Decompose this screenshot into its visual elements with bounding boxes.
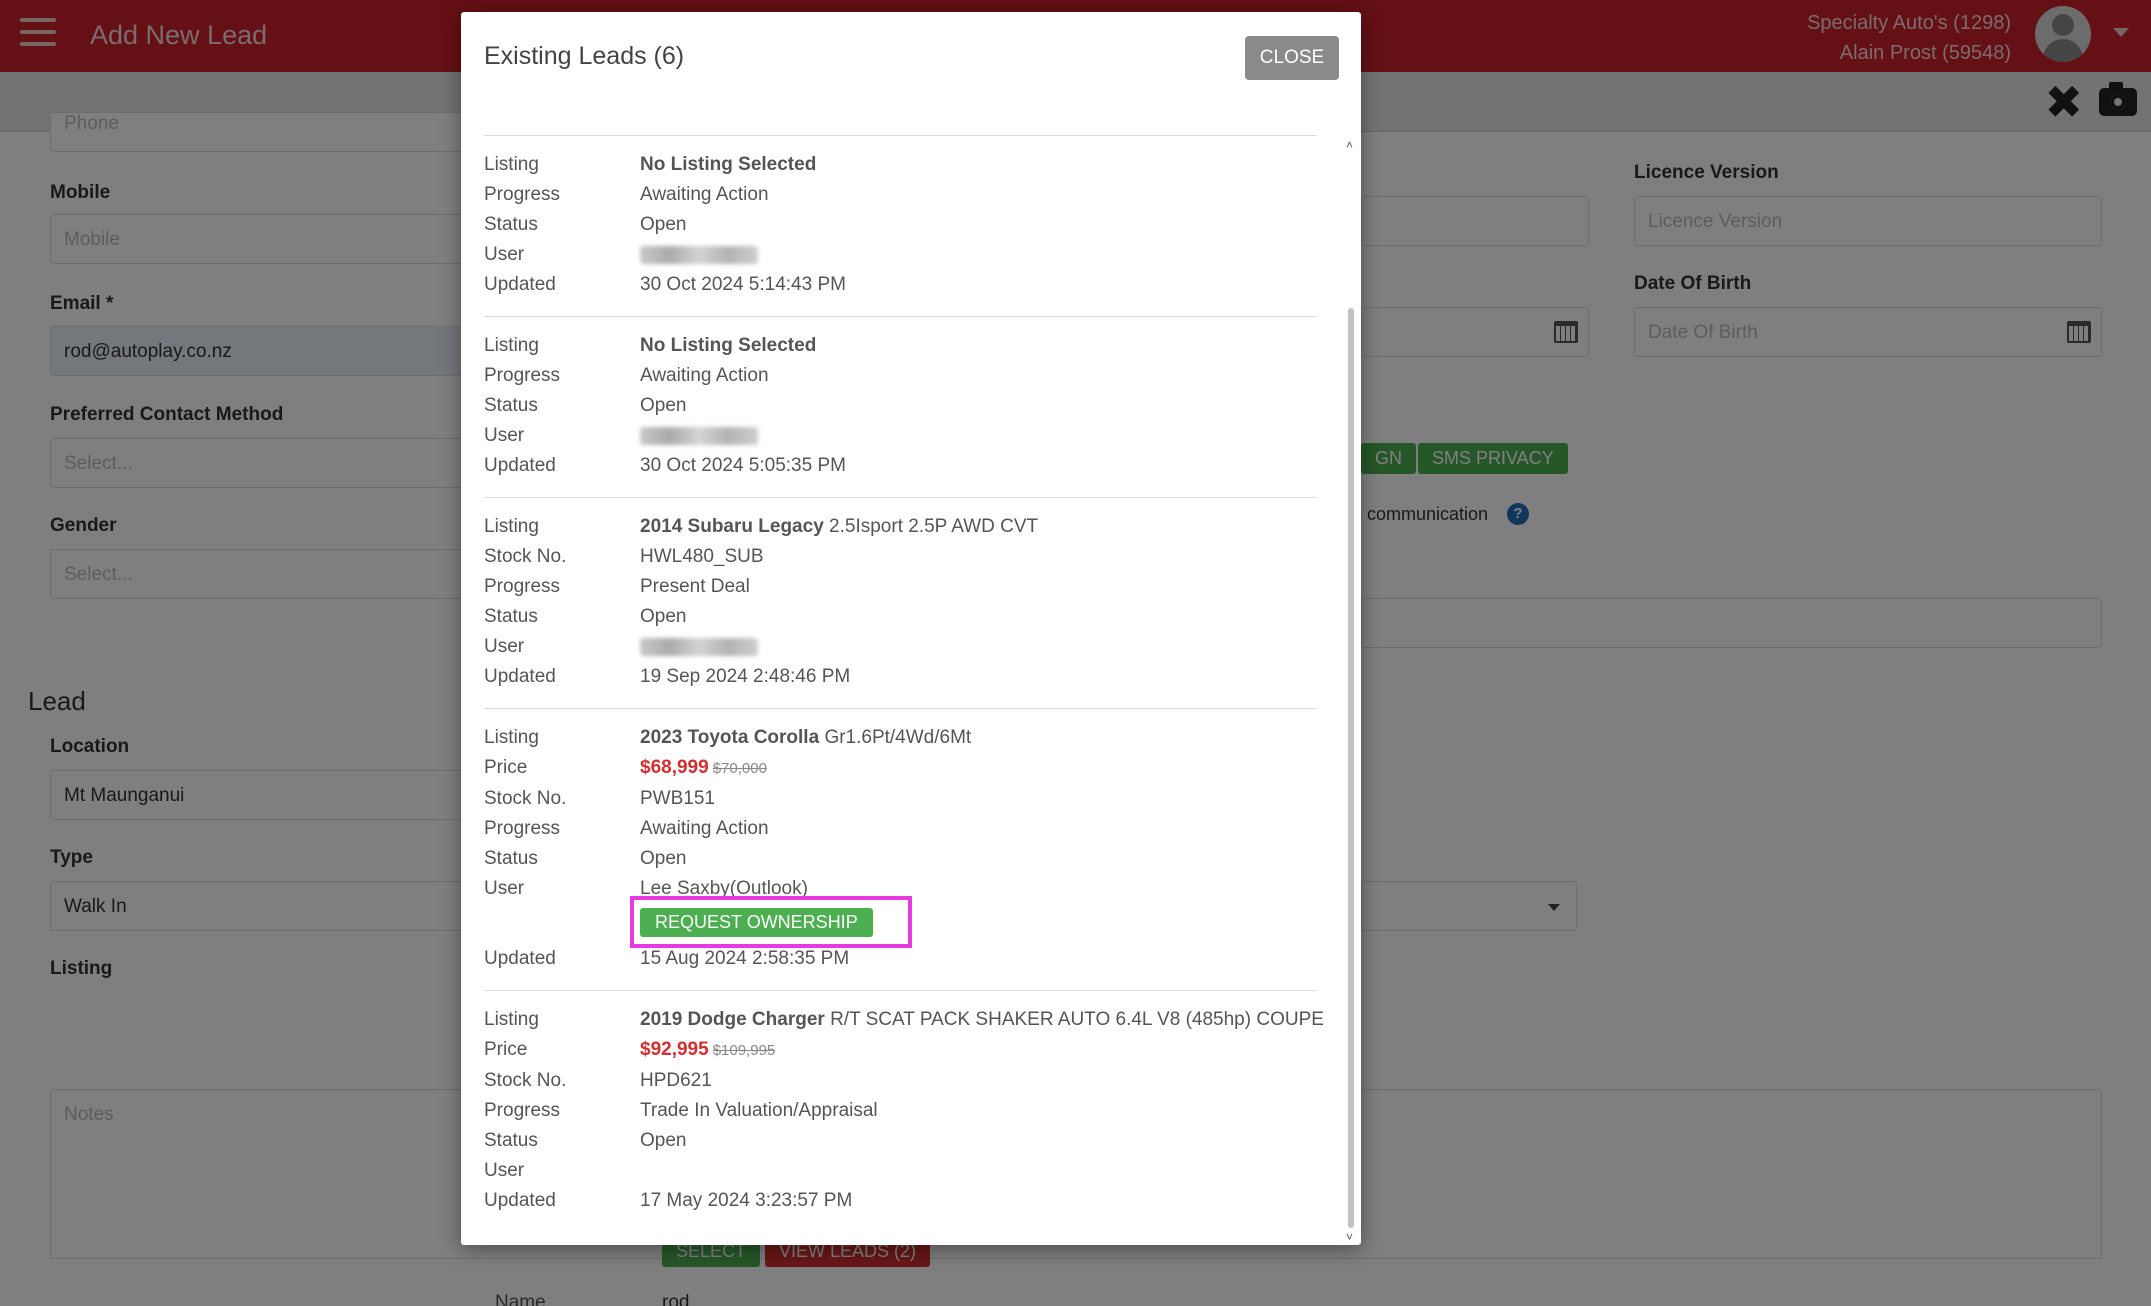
current-price: $92,995 — [640, 1039, 709, 1060]
updated-value: 15 Aug 2024 2:58:35 PM — [640, 948, 850, 969]
scroll-down-icon[interactable]: ˅ — [1346, 1230, 1353, 1244]
modal-title: Existing Leads (6) — [484, 42, 685, 70]
listing-variant: R/T SCAT PACK SHAKER AUTO 6.4L V8 (485hp… — [830, 1009, 1324, 1030]
field-label: Updated — [484, 455, 556, 476]
status-value: Open — [640, 606, 687, 627]
updated-value: 19 Sep 2024 2:48:46 PM — [640, 666, 851, 687]
field-label: Stock No. — [484, 1070, 567, 1091]
listing-variant: Gr1.6Pt/4Wd/6Mt — [824, 727, 972, 748]
scroll-up-icon[interactable]: ˄ — [1346, 138, 1353, 152]
lead-item: Listing 2014 Subaru Legacy 2.5Isport 2.5P… — [484, 498, 1317, 709]
field-label: Listing — [484, 1009, 539, 1030]
field-label: Progress — [484, 1100, 561, 1121]
existing-leads-modal: Existing Leads (6) CLOSE ˄ ˅ Listing No L… — [461, 12, 1361, 1245]
stock-value: HWL480_SUB — [640, 546, 764, 567]
progress-value: Present Deal — [640, 576, 750, 597]
field-label: Stock No. — [484, 546, 567, 567]
field-label: Updated — [484, 1190, 556, 1211]
updated-value: 30 Oct 2024 5:14:43 PM — [640, 274, 846, 295]
field-label: Progress — [484, 576, 561, 597]
field-label: Updated — [484, 274, 556, 295]
scrollbar[interactable]: ˄ ˅ — [1346, 132, 1356, 1244]
field-label: Price — [484, 1039, 528, 1060]
field-label: Listing — [484, 516, 539, 537]
field-label: Stock No. — [484, 788, 567, 809]
field-label: Status — [484, 1130, 538, 1151]
scrollbar-thumb[interactable] — [1348, 308, 1354, 1228]
status-value: Open — [640, 214, 687, 235]
listing-title: No Listing Selected — [640, 335, 817, 356]
current-price: $68,999 — [640, 757, 709, 778]
field-label: Updated — [484, 948, 556, 969]
field-label: Price — [484, 757, 528, 778]
request-ownership-button[interactable]: REQUEST OWNERSHIP — [640, 908, 873, 937]
field-label: Status — [484, 214, 538, 235]
status-value: Open — [640, 1130, 687, 1151]
progress-value: Awaiting Action — [640, 365, 769, 386]
progress-value: Awaiting Action — [640, 184, 769, 205]
updated-value: 30 Oct 2024 5:05:35 PM — [640, 455, 846, 476]
lead-item: Listing 2019 Dodge Charger R/T SCAT PACK … — [484, 991, 1324, 1232]
listing-title: 2019 Dodge Charger — [640, 1009, 825, 1030]
field-label: Progress — [484, 365, 561, 386]
field-label: Updated — [484, 666, 556, 687]
lead-item: Listing No Listing Selected Progress Await… — [484, 317, 1317, 498]
stock-value: HPD621 — [640, 1070, 712, 1091]
progress-value: Awaiting Action — [640, 818, 769, 839]
status-value: Open — [640, 848, 687, 869]
redacted-user — [640, 245, 758, 264]
stock-value: PWB151 — [640, 788, 715, 809]
field-label: User — [484, 1160, 525, 1181]
leads-list: Listing No Listing Selected Progress Await… — [484, 135, 1324, 1245]
field-label: Listing — [484, 335, 539, 356]
field-label: Progress — [484, 818, 561, 839]
field-label: User — [484, 425, 525, 446]
field-label: Status — [484, 848, 538, 869]
listing-title: No Listing Selected — [640, 154, 817, 175]
field-label: Listing — [484, 727, 539, 748]
status-value: Open — [640, 395, 687, 416]
redacted-user — [640, 426, 758, 445]
listing-variant: 2.5Isport 2.5P AWD CVT — [829, 516, 1039, 537]
user-value — [640, 1156, 1317, 1186]
listing-title: 2014 Subaru Legacy — [640, 516, 824, 537]
field-label: Status — [484, 395, 538, 416]
lead-item: Listing No Listing Selected Progress Await… — [484, 136, 1317, 317]
field-label: User — [484, 244, 525, 265]
field-label: Progress — [484, 184, 561, 205]
request-ownership-row: REQUEST OWNERSHIP — [484, 896, 1317, 948]
updated-value: 17 May 2024 3:23:57 PM — [640, 1190, 853, 1211]
original-price: $70,000 — [712, 760, 767, 777]
field-label: User — [484, 878, 525, 899]
listing-title: 2023 Toyota Corolla — [640, 727, 820, 748]
original-price: $109,995 — [712, 1042, 776, 1059]
progress-value: Trade In Valuation/Appraisal — [640, 1100, 878, 1121]
field-label: Listing — [484, 154, 539, 175]
redacted-user — [640, 637, 758, 656]
field-label: Status — [484, 606, 538, 627]
lead-item: Listing 2023 Toyota Corolla Gr1.6Pt/4Wd/6… — [484, 709, 1317, 991]
close-button[interactable]: CLOSE — [1245, 36, 1339, 80]
field-label: User — [484, 636, 525, 657]
